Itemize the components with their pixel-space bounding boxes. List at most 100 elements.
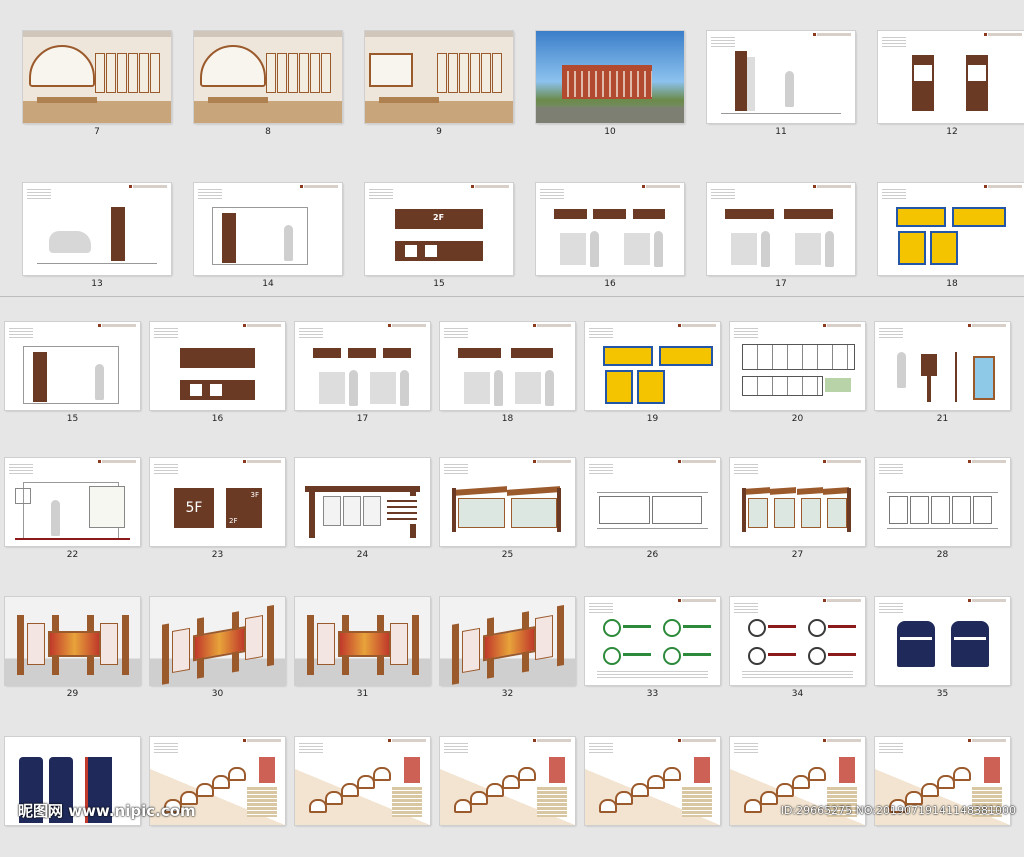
page-thumbnail[interactable]: 27 xyxy=(730,458,865,560)
page-thumbnail[interactable]: 32 xyxy=(440,597,575,699)
person-silhouette xyxy=(761,231,770,267)
thumbnail-image[interactable] xyxy=(295,322,430,410)
thumbnail-image[interactable] xyxy=(5,597,140,685)
thumbnail-image[interactable] xyxy=(295,597,430,685)
page-number-label: 29 xyxy=(66,689,79,699)
page-thumbnail[interactable]: 17 xyxy=(295,322,430,424)
page-thumbnail[interactable]: 13 xyxy=(23,183,171,289)
person-silhouette xyxy=(400,370,409,406)
page-thumbnail[interactable]: 12 xyxy=(878,31,1024,137)
page-thumbnail[interactable]: 14 xyxy=(194,183,342,289)
thumbnail-image[interactable] xyxy=(536,183,684,275)
page-thumbnail[interactable]: 34 xyxy=(730,597,865,699)
page-number-label: 9 xyxy=(436,127,442,137)
thumbnail-image[interactable] xyxy=(878,31,1024,123)
page-number-label: 11 xyxy=(775,127,787,137)
thumbnail-image[interactable]: 5F 3F 2F xyxy=(150,458,285,546)
page-thumbnail[interactable]: 26 xyxy=(585,458,720,560)
thumbnail-image[interactable] xyxy=(295,737,430,825)
thumbnail-image[interactable] xyxy=(150,597,285,685)
page-thumbnail[interactable]: 19 xyxy=(585,322,720,424)
page-thumbnail[interactable]: 33 xyxy=(585,597,720,699)
page-number-label: 27 xyxy=(791,550,804,560)
page-thumbnail[interactable]: 17 xyxy=(707,183,855,289)
site-logo-watermark: 昵图网 www.nipic.com xyxy=(18,802,196,820)
thumbnail-image[interactable] xyxy=(5,458,140,546)
page-thumbnail[interactable] xyxy=(585,737,720,825)
thumbnail-image[interactable] xyxy=(5,322,140,410)
thumbnail-image[interactable] xyxy=(707,183,855,275)
page-thumbnail[interactable]: 8 xyxy=(194,31,342,137)
thumbnail-image[interactable] xyxy=(730,597,865,685)
page-number-label: 26 xyxy=(646,550,659,560)
page-thumbnail[interactable]: 24 xyxy=(295,458,430,560)
thumbnail-image[interactable] xyxy=(585,322,720,410)
page-thumbnail[interactable]: 22 xyxy=(5,458,140,560)
image-id-watermark: ID:29665275 NO:20190719141148381000 xyxy=(780,804,1016,817)
page-thumbnail[interactable]: 10 xyxy=(536,31,684,137)
page-thumbnail[interactable]: 30 xyxy=(150,597,285,699)
person-silhouette xyxy=(349,370,358,406)
floor-label: 2F xyxy=(433,213,445,222)
thumbnail-image[interactable]: 2F xyxy=(365,183,513,275)
thumbnail-image[interactable] xyxy=(194,183,342,275)
thumbnail-image[interactable] xyxy=(878,183,1024,275)
thumbnail-image[interactable] xyxy=(585,737,720,825)
thumbnail-image[interactable] xyxy=(440,737,575,825)
thumbnail-image[interactable] xyxy=(23,31,171,123)
person-silhouette xyxy=(494,370,503,406)
thumbnail-image[interactable] xyxy=(707,31,855,123)
thumbnail-image[interactable] xyxy=(440,322,575,410)
page-thumbnail[interactable]: 11 xyxy=(707,31,855,137)
page-thumbnail[interactable]: 5F 3F 2F 23 xyxy=(150,458,285,560)
stair-floor-sign: 3F 2F xyxy=(226,488,262,528)
page-thumbnail[interactable]: 9 xyxy=(365,31,513,137)
thumbnail-image[interactable] xyxy=(875,597,1010,685)
thumbnail-image[interactable] xyxy=(295,458,430,546)
page-thumbnail[interactable]: 35 xyxy=(875,597,1010,699)
page-thumbnail[interactable]: 18 xyxy=(878,183,1024,289)
page-thumbnail[interactable]: 31 xyxy=(295,597,430,699)
page-thumbnail[interactable] xyxy=(440,737,575,825)
page-number-label: 19 xyxy=(646,414,659,424)
page-thumbnail[interactable]: 21 xyxy=(875,322,1010,424)
floor-5f-sign: 5F xyxy=(174,488,214,528)
thumbnail-image[interactable] xyxy=(440,597,575,685)
page-number-label: 17 xyxy=(356,414,369,424)
thumbnail-image[interactable] xyxy=(365,31,513,123)
page-thumbnail[interactable]: 29 xyxy=(5,597,140,699)
thumbnail-image[interactable] xyxy=(730,458,865,546)
page-thumbnail[interactable]: 16 xyxy=(536,183,684,289)
thumbnail-image[interactable] xyxy=(730,322,865,410)
row-separator xyxy=(0,296,1024,297)
thumbnail-image[interactable] xyxy=(150,322,285,410)
thumbnail-image[interactable] xyxy=(585,458,720,546)
page-thumbnail[interactable]: 2F 15 xyxy=(365,183,513,289)
person-silhouette xyxy=(284,225,293,261)
page-thumbnail[interactable]: 16 xyxy=(150,322,285,424)
thumbnail-image[interactable] xyxy=(23,183,171,275)
page-thumbnail[interactable]: 25 xyxy=(440,458,575,560)
thumbnail-image[interactable] xyxy=(440,458,575,546)
page-number-label: 33 xyxy=(646,689,659,699)
page-thumbnail[interactable]: 15 xyxy=(5,322,140,424)
person-silhouette xyxy=(95,364,104,400)
page-thumbnail[interactable]: 28 xyxy=(875,458,1010,560)
page-number-label: 16 xyxy=(604,279,616,289)
thumbnail-row: 13 14 2F 15 16 17 18 xyxy=(0,183,1024,303)
page-thumbnail[interactable]: 18 xyxy=(440,322,575,424)
page-number-label: 35 xyxy=(936,689,949,699)
page-thumbnail[interactable] xyxy=(295,737,430,825)
page-number-label: 18 xyxy=(946,279,958,289)
thumbnail-row: 22 5F 3F 2F 23 24 25 26 27 28 xyxy=(0,458,1024,578)
thumbnail-image[interactable] xyxy=(875,322,1010,410)
thumbnail-image[interactable] xyxy=(585,597,720,685)
thumbnail-image[interactable] xyxy=(875,458,1010,546)
page-number-label: 24 xyxy=(356,550,369,560)
thumbnail-image[interactable] xyxy=(536,31,684,123)
person-silhouette xyxy=(654,231,663,267)
page-thumbnail[interactable]: 20 xyxy=(730,322,865,424)
page-thumbnail[interactable]: 7 xyxy=(23,31,171,137)
person-silhouette xyxy=(545,370,554,406)
thumbnail-image[interactable] xyxy=(194,31,342,123)
